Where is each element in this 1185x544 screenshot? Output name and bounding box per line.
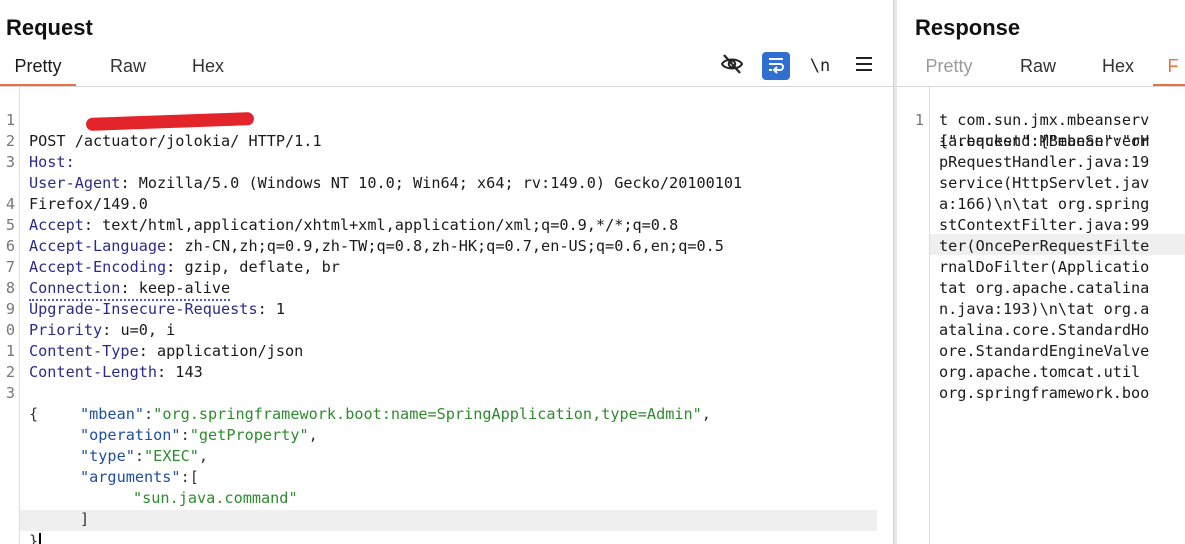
code-line: "arguments":[ [80, 468, 199, 486]
code-line: "operation":"getProperty", [80, 426, 318, 444]
menu-button[interactable] [850, 52, 878, 80]
code-line: } [0, 510, 893, 544]
response-text: rnalDoFilter(Applicatio [939, 258, 1150, 276]
eye-slash-icon [720, 52, 744, 81]
response-text: pRequestHandler.java:19 [939, 153, 1150, 171]
response-text: ore.StandardEngineValve [939, 342, 1150, 360]
hide-toggle-button[interactable] [718, 52, 746, 80]
request-pane: Request Pretty Raw Hex \n 1 POST /actuat… [0, 0, 893, 544]
response-text: a:166)\n\tat org.spring [939, 195, 1150, 213]
tab-render[interactable]: F [1153, 56, 1185, 86]
tab-pretty[interactable]: Pretty [0, 56, 76, 86]
code-line: 3 User-Agent: Mozilla/5.0 (Windows NT 10… [0, 131, 893, 192]
code-line: 2 [0, 341, 893, 381]
code-line: 1 POST /actuator/jolokia/ HTTP/1.1 [0, 89, 893, 150]
redaction-mark [85, 112, 255, 131]
response-text: atalina.core.StandardHo [939, 321, 1150, 339]
response-text: n.java:193)\n\tat org.a [939, 300, 1150, 318]
hamburger-menu-icon [855, 56, 873, 77]
code-line: 3 { [0, 362, 893, 423]
code-line: 7 Connection: keep-alive [0, 236, 893, 301]
tab-raw[interactable]: Raw [100, 56, 156, 86]
code-line: 6 Accept-Encoding: gzip, deflate, br [0, 215, 893, 276]
response-text: ter(OncePerRequestFilte [939, 237, 1150, 255]
response-editor[interactable]: 1 {"request":{"mbean":"or t com.sun.jmx.… [897, 87, 1185, 544]
request-title: Request [6, 15, 93, 40]
code-line: ] [0, 488, 893, 528]
word-wrap-icon [766, 54, 786, 79]
code-line: "type":"EXEC", [80, 447, 209, 465]
response-text: tat org.apache.catalina [939, 279, 1150, 297]
code-line: 1 {"request":{"mbean":"or [897, 89, 1185, 150]
response-text: service(HttpServlet.jav [939, 174, 1150, 192]
tab-raw[interactable]: Raw [1010, 56, 1066, 86]
code-line: "sun.java.command" [0, 467, 893, 507]
response-text: ia.backend.MBeanServerH [939, 132, 1150, 150]
response-text: org.springframework.boo [939, 384, 1150, 402]
response-title: Response [915, 15, 1021, 40]
tab-pretty[interactable]: Pretty [911, 56, 987, 86]
tab-hex[interactable]: Hex [180, 56, 236, 86]
text-caret [39, 532, 42, 544]
code-line: 0 Content-Type: application/json [0, 299, 893, 360]
show-newlines-button[interactable]: \n [806, 52, 834, 80]
tab-hex[interactable]: Hex [1090, 56, 1146, 86]
response-text: stContextFilter.java:99 [939, 216, 1150, 234]
response-text: t com.sun.jmx.mbeanserv [939, 111, 1150, 129]
code-line: 4 Accept: text/html,application/xhtml+xm… [0, 173, 893, 234]
response-tabs: Pretty Raw Hex F [897, 52, 1185, 87]
code-line: Firefox/149.0 [0, 152, 893, 213]
request-tabs: Pretty Raw Hex [0, 52, 893, 87]
code-line: 5 Accept-Language: zh-CN,zh;q=0.9,zh-TW;… [0, 194, 893, 255]
code-line: "mbean":"org.springframework.boot:name=S… [80, 405, 711, 423]
response-text: org.apache.tomcat.util [939, 363, 1141, 381]
code-line: 9 Priority: u=0, i [0, 278, 893, 339]
code-line: 2 Host: [0, 110, 893, 171]
code-line: 1 Content-Length: 143 [0, 320, 893, 381]
request-editor[interactable]: 1 POST /actuator/jolokia/ HTTP/1.1 2 Hos… [0, 87, 893, 544]
response-pane: Response Pretty Raw Hex F 1 {"request":{… [897, 0, 1185, 544]
code-line: 8 Upgrade-Insecure-Requests: 1 [0, 257, 893, 318]
json-close-brace: } [29, 532, 39, 544]
word-wrap-button[interactable] [762, 52, 790, 80]
